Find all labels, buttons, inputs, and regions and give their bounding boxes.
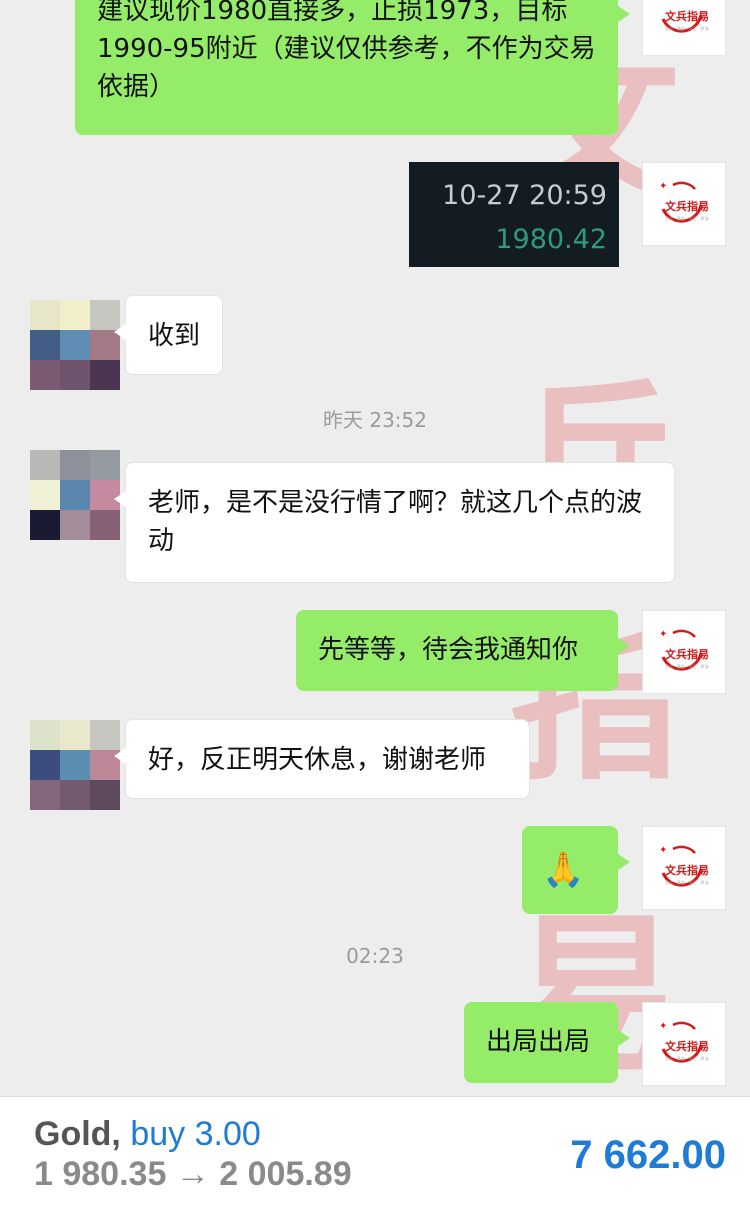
avatar-mosaic-cell <box>30 360 60 390</box>
avatar-mosaic-cell <box>30 780 60 810</box>
avatar-mosaic-cell <box>30 750 60 780</box>
avatar-mosaic-cell <box>90 510 120 540</box>
trade-profit: 7 662.00 <box>570 1133 726 1177</box>
blurred-avatar-image <box>30 720 120 810</box>
logo-text: 文兵指易 <box>665 10 709 23</box>
blurred-avatar-image <box>30 450 120 540</box>
trade-prices: 1 980.35 → 2 005.89 <box>34 1155 352 1194</box>
avatar-mosaic-cell <box>60 510 90 540</box>
avatar-mosaic-cell <box>30 330 60 360</box>
avatar-mosaic-cell <box>60 450 90 480</box>
avatar-mosaic-cell <box>30 450 60 480</box>
avatar-mosaic-cell <box>30 510 60 540</box>
svg-text:✦: ✦ <box>659 845 667 856</box>
my-avatar[interactable]: ✦ 文兵指易 文兵 · 黄金 · 外汇 · 原油 <box>642 1002 726 1086</box>
logo-subtext: 文兵 · 黄金 · 外汇 · 原油 <box>665 26 709 31</box>
avatar-mosaic-cell <box>90 720 120 750</box>
avatar-mosaic-cell <box>30 720 60 750</box>
chat-area[interactable]: 文 兵 指 易 建议现价1980直接多，止损1973，目标1990-95附近（建… <box>0 0 750 1096</box>
svg-text:✦: ✦ <box>659 1021 667 1032</box>
logo-text: 文兵指易 <box>665 1040 709 1053</box>
open-price: 1 980.35 <box>34 1155 167 1193</box>
logo-subtext: 文兵 · 黄金 · 外汇 · 原油 <box>665 664 709 669</box>
logo-subtext: 文兵 · 黄金 · 外汇 · 原油 <box>665 1056 709 1061</box>
avatar-mosaic-cell <box>60 780 90 810</box>
message-text: 先等等，待会我通知你 <box>318 635 579 665</box>
contact-avatar[interactable] <box>30 720 120 810</box>
avatar-mosaic-cell <box>60 720 90 750</box>
avatar-mosaic-cell <box>60 480 90 510</box>
message-text: 好，反正明天休息，谢谢老师 <box>148 745 487 775</box>
chat-timestamp: 02:23 <box>346 944 404 968</box>
contact-avatar[interactable] <box>30 300 120 390</box>
my-avatar[interactable]: ✦ 文兵指易 文兵 · 黄金 · 外汇 · 原油 <box>642 610 726 694</box>
logo-text: 文兵指易 <box>665 864 709 877</box>
avatar-mosaic-cell <box>90 780 120 810</box>
svg-text:✦: ✦ <box>659 629 667 640</box>
quote-image[interactable]: 10-27 20:59 1980.42 <box>409 162 619 267</box>
my-avatar[interactable]: ✦ 文兵指易 文兵 · 黄金 · 外汇 · 原油 <box>642 162 726 246</box>
svg-text:✦: ✦ <box>659 0 667 2</box>
message-bubble-received[interactable]: 好，反正明天休息，谢谢老师 <box>114 719 530 799</box>
logo-subtext: 文兵 · 黄金 · 外汇 · 原油 <box>665 216 709 221</box>
message-text: 出局出局 <box>486 1027 591 1057</box>
message-bubble-sent[interactable]: 建议现价1980直接多，止损1973，目标1990-95附近（建议仅供参考，不作… <box>75 0 630 135</box>
message-text: 收到 <box>148 321 201 351</box>
avatar-mosaic-cell <box>90 360 120 390</box>
avatar-mosaic-cell <box>60 330 90 360</box>
message-bubble-sent[interactable]: 先等等，待会我通知你 <box>296 610 630 691</box>
avatar-mosaic-cell <box>90 450 120 480</box>
trade-symbol: Gold, <box>34 1115 121 1153</box>
arrow-icon: → <box>175 1155 210 1193</box>
trade-result-panel: Gold, buy 3.00 1 980.35 → 2 005.89 7 662… <box>0 1096 750 1211</box>
contact-avatar[interactable] <box>30 450 120 540</box>
praying-hands-emoji: 🙏 <box>542 850 585 890</box>
message-bubble-sent[interactable]: 出局出局 <box>464 1002 630 1083</box>
quote-time: 10-27 20:59 <box>442 180 607 211</box>
my-avatar[interactable]: ✦ 文兵指易 文兵 · 黄金 · 外汇 · 原油 <box>642 826 726 910</box>
avatar-mosaic-cell <box>30 300 60 330</box>
logo-text: 文兵指易 <box>665 648 709 661</box>
trade-instrument: Gold, buy 3.00 <box>34 1115 261 1154</box>
logo-subtext: 文兵 · 黄金 · 外汇 · 原油 <box>665 880 709 885</box>
message-bubble-sent[interactable]: 🙏 <box>522 826 630 914</box>
close-price: 2 005.89 <box>219 1155 352 1193</box>
trade-side: buy 3.00 <box>130 1115 261 1153</box>
chat-timestamp: 昨天 23:52 <box>323 408 427 432</box>
message-bubble-received[interactable]: 老师，是不是没行情了啊？就这几个点的波动 <box>114 462 675 583</box>
svg-text:✦: ✦ <box>659 181 667 192</box>
blurred-avatar-image <box>30 300 120 390</box>
avatar-mosaic-cell <box>30 480 60 510</box>
logo-text: 文兵指易 <box>665 200 709 213</box>
message-text: 建议现价1980直接多，止损1973，目标1990-95附近（建议仅供参考，不作… <box>97 0 596 102</box>
message-text: 老师，是不是没行情了啊？就这几个点的波动 <box>148 488 643 556</box>
quote-price: 1980.42 <box>495 224 607 255</box>
my-avatar[interactable]: ✦ 文兵指易 文兵 · 黄金 · 外汇 · 原油 <box>642 0 726 56</box>
avatar-mosaic-cell <box>60 300 90 330</box>
avatar-mosaic-cell <box>60 750 90 780</box>
message-bubble-received[interactable]: 收到 <box>114 295 223 375</box>
avatar-mosaic-cell <box>60 360 90 390</box>
